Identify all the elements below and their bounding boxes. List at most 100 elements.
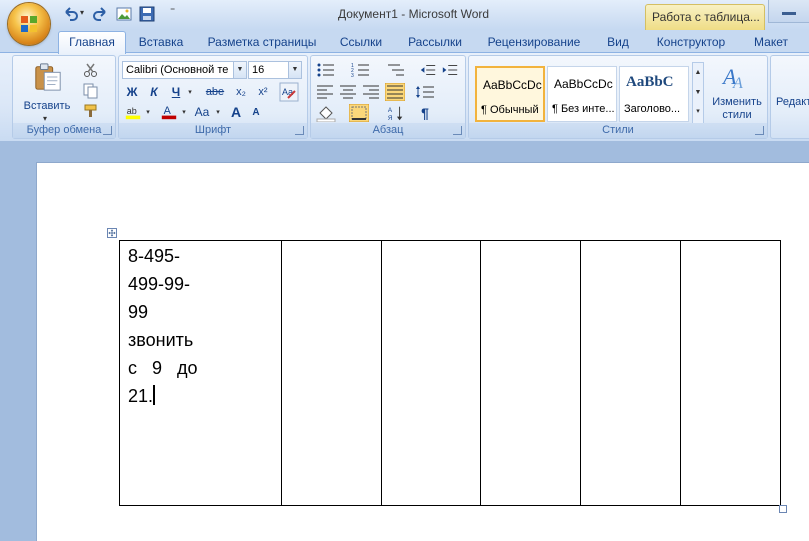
decrease-indent-icon[interactable] xyxy=(419,62,437,78)
superscript-button[interactable]: x² xyxy=(253,82,273,102)
style-name: Заголово... xyxy=(624,103,681,115)
office-logo-icon xyxy=(21,16,37,32)
change-styles-icon: A A xyxy=(721,64,743,92)
cell-line-with-caret: 21. xyxy=(120,381,281,409)
paste-icon xyxy=(35,63,61,91)
style-normal[interactable]: AaBbCcDc ¶ Обычный xyxy=(475,66,545,122)
svg-text:Я: Я xyxy=(388,115,393,122)
subscript-button[interactable]: x₂ xyxy=(231,82,251,102)
tab-view[interactable]: Вид xyxy=(598,32,638,52)
clear-formatting-icon[interactable]: Aa xyxy=(279,82,299,102)
undo-icon[interactable] xyxy=(62,6,78,22)
cut-icon[interactable] xyxy=(83,62,99,78)
table-resize-handle[interactable] xyxy=(779,505,787,513)
tab-mailings[interactable]: Рассылки xyxy=(400,32,470,52)
bullets-icon[interactable] xyxy=(316,62,336,78)
italic-button[interactable]: К xyxy=(145,82,163,102)
tab-insert[interactable]: Вставка xyxy=(130,32,192,52)
shrink-font-button[interactable]: A xyxy=(247,102,265,122)
clipboard-launcher-icon[interactable] xyxy=(103,126,112,135)
underline-button[interactable]: Ч xyxy=(167,82,185,102)
borders-icon[interactable] xyxy=(349,104,369,122)
font-color-dropdown-icon[interactable]: ▾ xyxy=(179,102,189,122)
line-spacing-icon[interactable] xyxy=(415,84,435,100)
table-cell[interactable] xyxy=(580,240,681,506)
tab-review[interactable]: Рецензирование xyxy=(480,32,588,52)
bold-button[interactable]: Ж xyxy=(123,82,141,102)
style-heading[interactable]: AaBbC Заголово... xyxy=(619,66,689,122)
table-move-handle-icon[interactable] xyxy=(107,228,117,238)
show-formatting-marks-button[interactable]: ¶ xyxy=(415,103,435,123)
format-painter-icon[interactable] xyxy=(83,103,99,119)
styles-group-label: Стили xyxy=(469,123,767,138)
table-cell[interactable] xyxy=(680,240,781,506)
justify-icon[interactable] xyxy=(385,83,405,101)
minimize-icon xyxy=(782,12,796,15)
underline-dropdown-icon[interactable]: ▾ xyxy=(185,82,195,102)
undo-dropdown-icon[interactable]: ▾ xyxy=(80,8,84,17)
redo-icon[interactable] xyxy=(93,6,109,22)
svg-text:ab: ab xyxy=(127,106,137,116)
document-table: 8-495- 499-99- 99 звонить с 9 до 21. xyxy=(119,240,781,506)
font-size-dropdown-icon[interactable]: ▼ xyxy=(288,62,301,78)
table-cell[interactable] xyxy=(281,240,382,506)
font-group-label: Шрифт xyxy=(119,123,307,138)
ribbon: Вставить ▾ Буфер обмена Calibri (Основно… xyxy=(0,52,809,142)
shading-icon[interactable] xyxy=(316,104,336,122)
customize-quick-access-icon[interactable]: ⁼ xyxy=(170,6,175,17)
paragraph-launcher-icon[interactable] xyxy=(453,126,462,135)
styles-scroll[interactable]: ▲ ▼ ▾ xyxy=(692,62,704,124)
style-no-spacing[interactable]: AaBbCcDc ¶ Без инте... xyxy=(547,66,617,122)
grow-font-button[interactable]: A xyxy=(227,102,245,122)
paste-label: Вставить xyxy=(23,100,71,112)
change-case-dropdown-icon[interactable]: ▾ xyxy=(213,102,223,122)
styles-scroll-up-icon[interactable]: ▲ xyxy=(693,63,703,83)
align-center-icon[interactable] xyxy=(339,84,357,100)
multilevel-list-icon[interactable] xyxy=(386,62,406,78)
picture-icon[interactable] xyxy=(116,6,132,22)
numbering-icon[interactable]: 1 2 3 xyxy=(351,62,371,78)
clipboard-group: Вставить ▾ Буфер обмена xyxy=(12,55,116,139)
minimize-button[interactable] xyxy=(768,0,809,23)
table-row: 8-495- 499-99- 99 звонить с 9 до 21. xyxy=(119,240,781,506)
font-name-dropdown-icon[interactable]: ▼ xyxy=(233,62,246,78)
styles-launcher-icon[interactable] xyxy=(755,126,764,135)
office-button[interactable] xyxy=(8,3,50,45)
font-group: Calibri (Основной те ▼ 16 ▼ Ж К Ч ▾ abe … xyxy=(118,55,308,139)
tab-page-layout[interactable]: Разметка страницы xyxy=(202,32,322,52)
highlight-icon[interactable]: ab xyxy=(123,103,143,121)
table-cell[interactable] xyxy=(381,240,481,506)
style-sample: AaBbCcDc xyxy=(483,78,542,92)
align-right-icon[interactable] xyxy=(362,84,380,100)
styles-more-icon[interactable]: ▾ xyxy=(693,103,703,121)
increase-indent-icon[interactable] xyxy=(441,62,459,78)
font-launcher-icon[interactable] xyxy=(295,126,304,135)
save-icon[interactable] xyxy=(139,6,155,22)
font-size-combo[interactable]: 16 ▼ xyxy=(248,61,302,79)
clipboard-group-label: Буфер обмена xyxy=(13,123,115,138)
sort-icon[interactable]: AЯ xyxy=(387,104,405,122)
paste-dropdown-icon: ▾ xyxy=(43,114,48,123)
styles-scroll-down-icon[interactable]: ▼ xyxy=(693,83,703,103)
tab-layout[interactable]: Макет xyxy=(744,32,798,52)
style-sample: AaBbCcDc xyxy=(554,77,613,91)
font-name-value: Calibri (Основной те xyxy=(126,64,229,76)
svg-text:A: A xyxy=(732,75,743,92)
paragraph-group-label: Абзац xyxy=(311,123,465,138)
align-left-icon[interactable] xyxy=(316,84,334,100)
font-color-icon[interactable]: A xyxy=(159,103,179,121)
highlight-dropdown-icon[interactable]: ▾ xyxy=(143,102,153,122)
font-name-combo[interactable]: Calibri (Основной те ▼ xyxy=(122,61,247,79)
tab-home[interactable]: Главная xyxy=(58,31,126,54)
change-styles-button[interactable]: A A Изменить стили xyxy=(707,60,767,124)
change-case-button[interactable]: Aa xyxy=(191,102,213,122)
table-cell[interactable] xyxy=(480,240,581,506)
tab-design[interactable]: Конструктор xyxy=(650,32,732,52)
copy-icon[interactable] xyxy=(83,83,99,99)
editing-button[interactable]: Редакт xyxy=(776,96,809,108)
table-cell[interactable]: 8-495- 499-99- 99 звонить с 9 до 21. xyxy=(119,240,282,506)
tab-references[interactable]: Ссылки xyxy=(332,32,390,52)
paste-button[interactable]: Вставить ▾ xyxy=(17,60,77,123)
strikethrough-button[interactable]: abe xyxy=(203,82,227,102)
svg-text:3: 3 xyxy=(351,73,354,78)
